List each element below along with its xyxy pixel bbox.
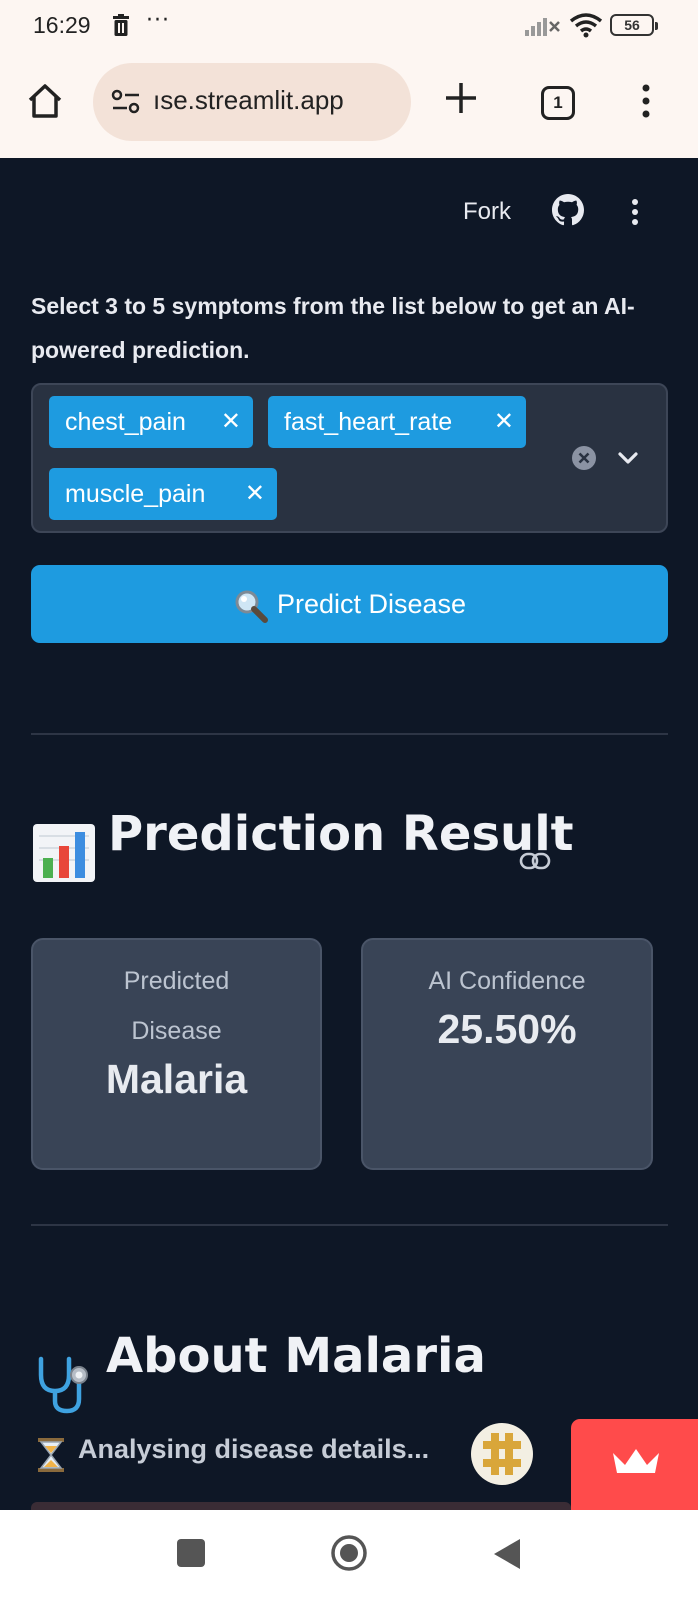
address-bar[interactable]: ıse.streamlit.app (93, 63, 411, 141)
tune-icon[interactable] (111, 89, 141, 115)
symptom-chip[interactable]: fast_heart_rate ✕ (268, 396, 526, 448)
ai-confidence-metric: AI Confidence 25.50% (361, 938, 653, 1170)
symptom-chip[interactable]: muscle_pain ✕ (49, 468, 277, 520)
predict-button[interactable]: Predict Disease (31, 565, 668, 643)
metric-label: Predicted Disease (123, 967, 230, 1045)
tab-switcher-button[interactable]: 1 (541, 86, 575, 120)
divider (31, 1224, 668, 1226)
metric-value: Malaria (105, 1056, 248, 1102)
streamlit-app: Fork Select 3 to 5 symptoms from the lis… (0, 158, 698, 1510)
prediction-result-heading: Prediction Result (108, 806, 574, 862)
predict-button-label: Predict Disease (276, 589, 467, 619)
app-menu-icon[interactable] (630, 198, 640, 228)
about-heading: About Malaria (106, 1328, 486, 1384)
bar-chart-icon (33, 824, 95, 882)
chip-remove-icon[interactable]: ✕ (494, 396, 514, 448)
status-more-dots: ··· (146, 8, 170, 33)
plus-icon[interactable] (443, 80, 479, 116)
home-icon[interactable] (26, 82, 64, 120)
chip-label: fast_heart_rate (284, 408, 453, 436)
chip-remove-icon[interactable]: ✕ (245, 468, 265, 520)
link-icon[interactable] (519, 851, 551, 871)
battery-indicator: 56 (610, 14, 658, 36)
recents-button[interactable] (177, 1539, 205, 1567)
browser-toolbar: ıse.streamlit.app 1 (0, 52, 698, 158)
stethoscope-icon (38, 1356, 88, 1414)
crown-icon (613, 1449, 659, 1473)
status-bar: 16:29 ··· 56 (0, 0, 698, 52)
avatar-pattern-icon (483, 1433, 521, 1475)
metric-value: 25.50% (437, 1006, 577, 1052)
status-time: 16:29 (33, 12, 91, 38)
back-nav-button[interactable] (492, 1537, 522, 1571)
metric-label: AI Confidence (428, 967, 586, 995)
predicted-disease-metric: Predicted Disease Malaria (31, 938, 322, 1170)
system-nav-bar (0, 1510, 698, 1600)
home-nav-button[interactable] (330, 1534, 368, 1572)
chevron-down-icon[interactable] (615, 445, 641, 471)
github-icon[interactable] (552, 194, 584, 226)
signal-icon (525, 18, 560, 36)
wifi-icon (569, 13, 603, 38)
hourglass-icon (38, 1438, 64, 1472)
trash-icon (113, 14, 129, 36)
collapsed-content-edge (31, 1502, 571, 1510)
url-text: ıse.streamlit.app (153, 85, 344, 115)
avatar[interactable] (471, 1423, 533, 1485)
instructions-text: Select 3 to 5 symptoms from the list bel… (31, 293, 635, 363)
chip-label: chest_pain (65, 408, 186, 436)
symptom-chip[interactable]: chest_pain ✕ (49, 396, 253, 448)
fork-button[interactable]: Fork (463, 198, 511, 226)
loading-status-text: Analysing disease details... (78, 1434, 430, 1464)
streamlit-badge-button[interactable] (571, 1419, 698, 1510)
magnifier-icon (235, 590, 268, 623)
divider (31, 733, 668, 735)
chip-label: muscle_pain (65, 480, 206, 508)
kebab-icon[interactable] (640, 82, 652, 120)
chip-remove-icon[interactable]: ✕ (221, 396, 241, 448)
symptom-multiselect[interactable]: chest_pain ✕ fast_heart_rate ✕ muscle_pa… (31, 383, 668, 533)
clear-icon[interactable] (571, 445, 597, 471)
